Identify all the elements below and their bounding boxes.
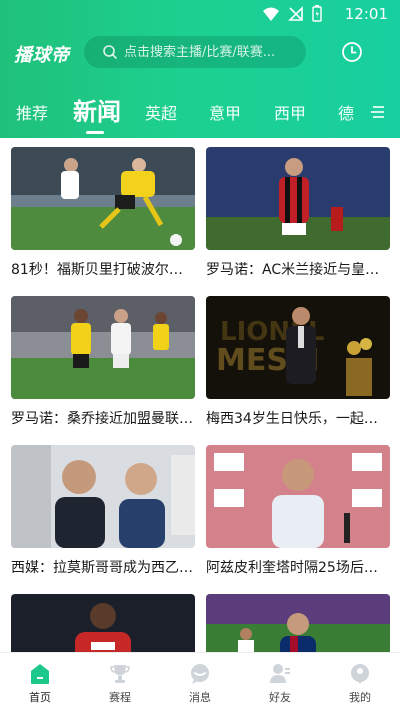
tab-news[interactable]: 新闻 (73, 92, 121, 127)
news-feed: 81秒！福斯贝里打破波尔… 罗马诺：AC米兰接近与皇… 罗马诺：桑乔接近加盟曼联… (0, 138, 400, 652)
news-card[interactable]: 西媒：拉莫斯哥哥成为西乙… (11, 445, 195, 585)
news-card[interactable] (206, 594, 390, 652)
news-title: 罗马诺：AC米兰接近与皇… (206, 262, 380, 278)
news-title: 罗马诺：桑乔接近加盟曼联… (11, 411, 193, 427)
status-time: 12:01 (344, 5, 388, 23)
home-icon (31, 664, 49, 684)
menu-icon[interactable] (370, 105, 386, 119)
app-screen: 12:01 播球帝 推荐 新闻 英超 意甲 西甲 德 (0, 0, 400, 712)
search-icon (103, 45, 117, 59)
nav-label: 赛程 (109, 691, 131, 704)
trophy-icon (110, 665, 130, 683)
nav-label: 我的 (349, 691, 371, 704)
nav-schedule[interactable]: 赛程 (80, 653, 160, 712)
tab-serie-a[interactable]: 意甲 (209, 100, 241, 124)
nav-label: 消息 (189, 691, 211, 704)
news-title: 阿兹皮利奎塔时隔25场后… (206, 560, 378, 576)
nav-home[interactable]: 首页 (0, 653, 80, 712)
news-thumbnail (206, 594, 390, 652)
no-signal-icon (288, 5, 303, 21)
profile-icon (351, 664, 369, 684)
nav-messages[interactable]: 消息 (160, 653, 240, 712)
news-thumbnail: LIONEL MESSI (206, 296, 390, 399)
nav-friends[interactable]: 好友 (240, 653, 320, 712)
news-thumbnail (206, 147, 390, 250)
active-tab-indicator (86, 131, 104, 134)
tab-recommend[interactable]: 推荐 (16, 100, 48, 124)
news-title: 81秒！福斯贝里打破波尔… (11, 262, 183, 278)
news-title: 西媒：拉莫斯哥哥成为西乙… (11, 560, 193, 576)
nav-label: 首页 (29, 691, 51, 704)
bottom-nav: 首页 赛程 消息 好友 我的 (0, 652, 400, 712)
news-card[interactable]: 罗马诺：AC米兰接近与皇… (206, 147, 390, 287)
search-bar[interactable] (84, 36, 306, 68)
tab-la-liga[interactable]: 西甲 (274, 100, 306, 124)
wifi-icon (263, 7, 279, 21)
nav-label: 好友 (269, 691, 291, 704)
news-thumbnail (11, 594, 195, 652)
header: 12:01 播球帝 推荐 新闻 英超 意甲 西甲 德 (0, 0, 400, 138)
top-bar: 播球帝 (0, 30, 400, 74)
news-title: 梅西34岁生日快乐，一起… (206, 411, 378, 427)
tab-premier-league[interactable]: 英超 (145, 100, 177, 124)
news-card[interactable]: 81秒！福斯贝里打破波尔… (11, 147, 195, 287)
news-thumbnail (11, 445, 195, 548)
message-icon (191, 664, 209, 684)
battery-icon (312, 5, 322, 22)
news-card[interactable]: 罗马诺：桑乔接近加盟曼联… (11, 296, 195, 436)
news-thumbnail (11, 147, 195, 250)
news-card[interactable] (11, 594, 195, 652)
news-card[interactable]: LIONEL MESSI 梅西34岁生日快乐，一起… (206, 296, 390, 436)
status-icons (262, 5, 322, 22)
news-thumbnail (11, 296, 195, 399)
news-thumbnail (206, 445, 390, 548)
app-logo: 播球帝 (14, 45, 70, 66)
status-bar: 12:01 (0, 0, 400, 28)
news-card[interactable]: 阿兹皮利奎塔时隔25场后… (206, 445, 390, 585)
category-tabs: 推荐 新闻 英超 意甲 西甲 德 (0, 90, 400, 136)
search-input[interactable] (124, 36, 300, 68)
friends-icon (270, 664, 290, 683)
nav-profile[interactable]: 我的 (320, 653, 400, 712)
tab-bundesliga[interactable]: 德 (338, 100, 354, 124)
history-icon[interactable] (341, 41, 363, 63)
